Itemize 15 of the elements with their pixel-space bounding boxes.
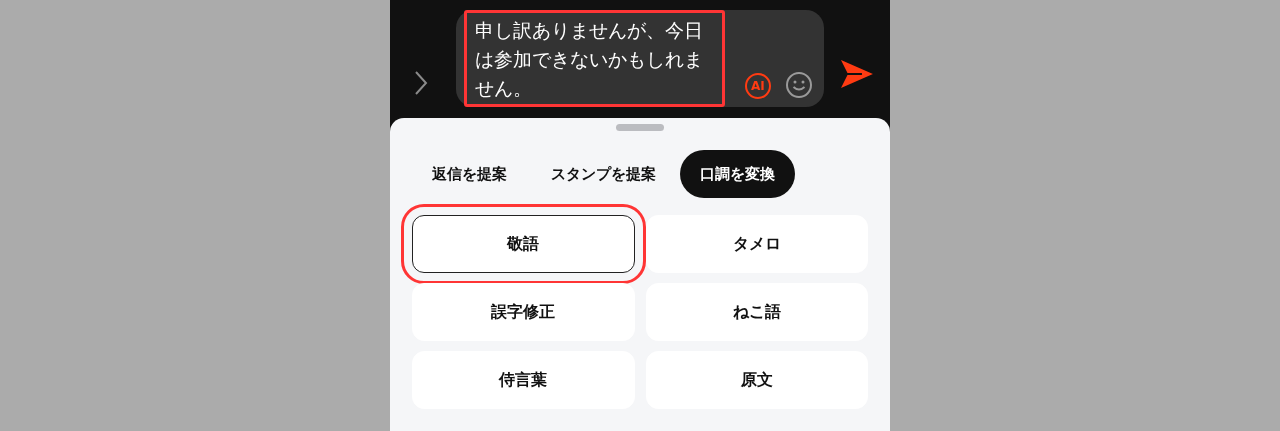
- tab[interactable]: 返信を提案: [412, 150, 527, 198]
- drag-handle[interactable]: [616, 124, 664, 131]
- send-icon[interactable]: [840, 59, 874, 89]
- tone-option[interactable]: タメロ: [645, 215, 868, 273]
- message-text: 申し訳ありませんが、今日は参加できないかもしれません。: [463, 10, 725, 107]
- ai-button[interactable]: AI: [744, 73, 771, 99]
- tab[interactable]: スタンプを提案: [531, 150, 676, 198]
- tone-option[interactable]: 誤字修正: [412, 283, 635, 341]
- tone-option[interactable]: 侍言葉: [412, 351, 635, 409]
- message-field[interactable]: 申し訳ありませんが、今日は参加できないかもしれません。 AI: [455, 10, 825, 107]
- tone-option[interactable]: 原文: [645, 351, 868, 409]
- chevron-icon[interactable]: [414, 70, 428, 96]
- smiley-icon[interactable]: [784, 71, 813, 99]
- tone-option[interactable]: ねこ語: [645, 283, 868, 341]
- tab[interactable]: 口調を変換: [680, 150, 795, 198]
